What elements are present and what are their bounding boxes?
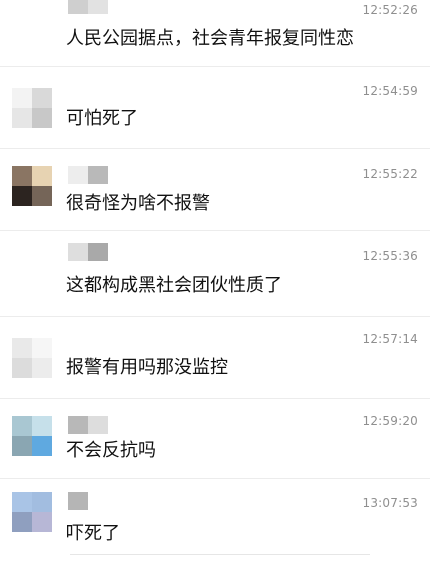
sender-avatar[interactable] [12,416,52,456]
message-timestamp: 12:54:59 [362,84,418,98]
name-pixel [88,492,108,510]
message-divider [0,398,430,399]
message-timestamp: 12:57:14 [362,332,418,346]
sender-avatar[interactable] [12,88,52,128]
avatar-pixel [12,512,32,532]
name-pixel [68,166,88,184]
message-divider [0,230,430,231]
message-text: 很奇怪为啥不报警 [66,193,210,214]
avatar-pixel [32,338,52,358]
message-timestamp: 13:07:53 [362,496,418,510]
message-divider [70,554,370,555]
name-pixel [88,416,108,434]
message-divider [0,316,430,317]
sender-name-blurred [68,0,108,14]
message-text: 可怕死了 [66,108,138,129]
avatar-pixel [12,186,32,206]
name-pixel [88,166,108,184]
message-divider [0,66,430,67]
message-timestamp: 12:55:22 [362,167,418,181]
sender-name-blurred [68,243,108,261]
message-divider [0,478,430,479]
name-pixel [68,416,88,434]
avatar-pixel [12,416,32,436]
avatar-pixel [32,492,52,512]
sender-name-blurred [68,166,108,184]
sender-name-blurred [68,416,108,434]
avatar-pixel [32,186,52,206]
message-divider [0,148,430,149]
avatar-pixel [32,166,52,186]
avatar-pixel [12,108,32,128]
message-timestamp: 12:55:36 [362,249,418,263]
avatar-pixel [12,166,32,186]
sender-avatar[interactable] [12,166,52,206]
avatar-pixel [32,358,52,378]
avatar-pixel [12,436,32,456]
avatar-pixel [32,416,52,436]
message-text: 这都构成黑社会团伙性质了 [66,275,282,296]
avatar-pixel [32,88,52,108]
avatar-pixel [12,88,32,108]
message-text: 不会反抗吗 [66,440,156,461]
avatar-pixel [32,108,52,128]
message-text: 人民公园据点，社会青年报复同性恋 [66,28,354,49]
sender-name-blurred [68,492,108,510]
name-pixel [68,243,88,261]
name-pixel [88,0,108,14]
avatar-pixel [32,512,52,532]
message-text: 吓死了 [66,523,120,544]
name-pixel [88,243,108,261]
sender-avatar[interactable] [12,492,52,532]
message-timestamp: 12:59:20 [362,414,418,428]
avatar-pixel [12,338,32,358]
name-pixel [68,492,88,510]
avatar-pixel [32,436,52,456]
avatar-pixel [12,492,32,512]
name-pixel [68,0,88,14]
message-text: 报警有用吗那没监控 [66,357,228,378]
avatar-pixel [12,358,32,378]
message-timestamp: 12:52:26 [362,3,418,17]
sender-avatar[interactable] [12,338,52,378]
